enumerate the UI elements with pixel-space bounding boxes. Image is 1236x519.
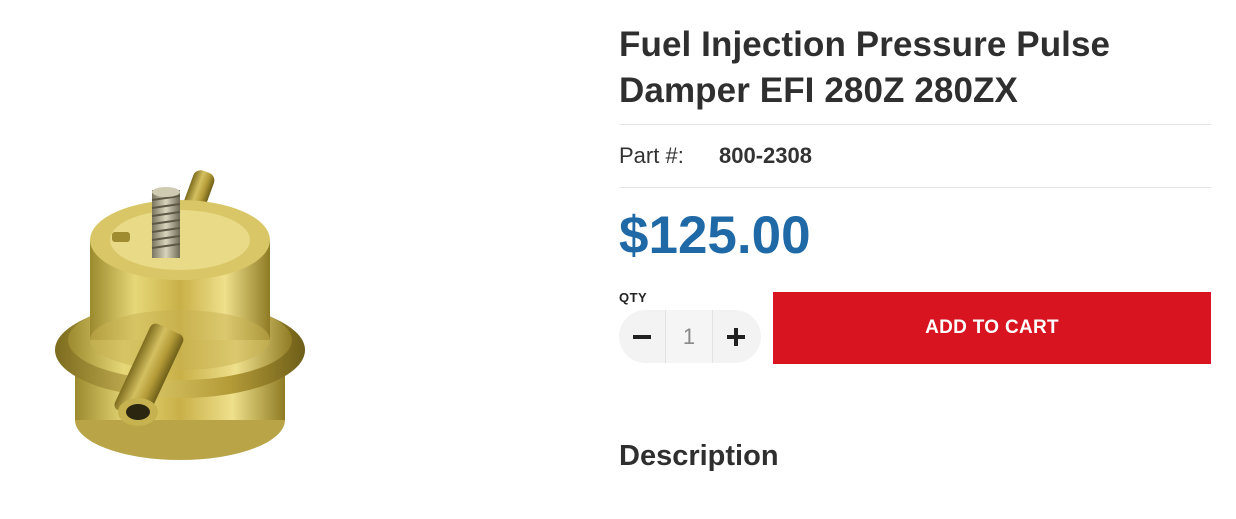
product-image-panel — [0, 0, 600, 519]
plus-icon — [727, 327, 745, 346]
decrement-button[interactable] — [619, 310, 665, 363]
part-number-value: 800-2308 — [719, 143, 812, 168]
divider — [619, 187, 1211, 188]
product-price: $125.00 — [619, 206, 811, 265]
add-to-cart-button[interactable]: ADD TO CART — [773, 292, 1211, 364]
product-page: Fuel Injection Pressure Pulse Damper EFI… — [0, 0, 1236, 519]
minus-icon — [633, 334, 651, 339]
part-number-label: Part #: — [619, 143, 684, 168]
qty-label: QTY — [619, 290, 648, 305]
quantity-input[interactable]: 1 — [665, 310, 713, 363]
increment-button[interactable] — [713, 310, 759, 363]
product-title: Fuel Injection Pressure Pulse Damper EFI… — [619, 25, 1111, 110]
description-heading: Description — [619, 440, 779, 472]
product-image[interactable] — [40, 150, 320, 480]
product-info: Fuel Injection Pressure Pulse Damper EFI… — [619, 22, 1211, 472]
part-number-row: Part #: 800-2308 — [619, 125, 1211, 187]
quantity-stepper: 1 — [619, 310, 761, 363]
